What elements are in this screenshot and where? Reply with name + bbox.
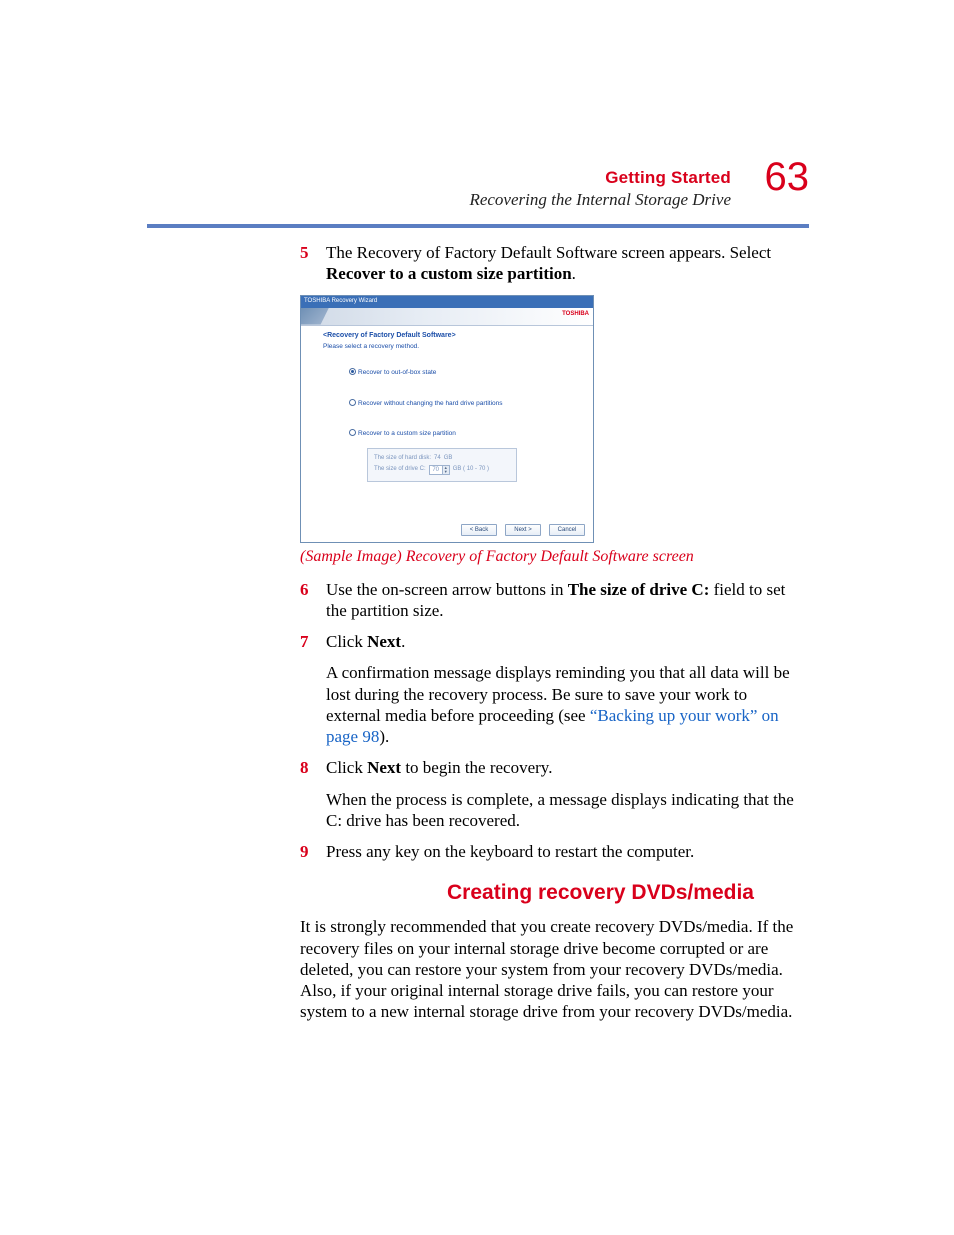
step-paragraph: When the process is complete, a message … xyxy=(326,789,806,832)
unit: GB xyxy=(444,455,453,463)
bold-text: Next xyxy=(367,758,401,777)
dialog-instruction: Please select a recovery method. xyxy=(323,343,579,351)
spinner-buttons[interactable]: ▲▼ xyxy=(442,466,449,474)
page: Getting Started Recovering the Internal … xyxy=(0,0,954,1235)
text: Press any key on the keyboard to restart… xyxy=(326,842,694,861)
text: to begin the recovery. xyxy=(401,758,552,777)
chapter-title: Getting Started xyxy=(469,168,731,188)
text: . xyxy=(401,632,405,651)
radio-option-2[interactable]: Recover without changing the hard drive … xyxy=(323,400,579,408)
text: ). xyxy=(379,727,389,746)
label: The size of hard disk: xyxy=(374,455,431,463)
bold-text: Next xyxy=(367,632,401,651)
radio-icon xyxy=(349,429,356,436)
figure-caption: (Sample Image) Recovery of Factory Defau… xyxy=(300,547,806,567)
page-header-right: Getting Started Recovering the Internal … xyxy=(469,168,731,210)
step-6: 6 Use the on-screen arrow buttons in The… xyxy=(300,579,806,622)
chapter-subtitle: Recovering the Internal Storage Drive xyxy=(469,190,731,210)
dialog-titlebar: TOSHIBA Recovery Wizard xyxy=(301,296,593,308)
step-number: 6 xyxy=(300,579,326,622)
drive-c-size-row: The size of drive C: 70 ▲▼ GB ( 10 - 70 … xyxy=(374,465,510,475)
step-8: 8 Click Next to begin the recovery. When… xyxy=(300,757,806,831)
text: Click xyxy=(326,632,367,651)
step-body: Press any key on the keyboard to restart… xyxy=(326,841,806,862)
label: The size of drive C: xyxy=(374,466,426,474)
dialog-body: <Recovery of Factory Default Software> P… xyxy=(301,326,593,482)
radio-icon xyxy=(349,399,356,406)
unit-suffix: GB ( 10 - 70 ) xyxy=(453,466,489,474)
hard-disk-size-row: The size of hard disk: 74 GB xyxy=(374,455,510,463)
step-number: 8 xyxy=(300,757,326,831)
step-number: 9 xyxy=(300,841,326,862)
content-column: 5 The Recovery of Factory Default Softwa… xyxy=(300,242,806,1023)
cancel-button[interactable]: Cancel xyxy=(549,524,585,536)
step-body: Click Next to begin the recovery. When t… xyxy=(326,757,806,831)
text: Use the on-screen arrow buttons in xyxy=(326,580,568,599)
radio-label: Recover without changing the hard drive … xyxy=(358,400,503,407)
header-rule xyxy=(147,224,809,228)
step-number: 5 xyxy=(300,242,326,285)
value: 74 xyxy=(434,455,441,463)
step-body: The Recovery of Factory Default Software… xyxy=(326,242,806,285)
next-button[interactable]: Next > xyxy=(505,524,541,536)
dialog-button-row: < Back Next > Cancel xyxy=(461,524,585,536)
brand-label: TOSHIBA xyxy=(562,311,589,319)
bold-text: The size of drive C: xyxy=(568,580,710,599)
drive-size-panel: The size of hard disk: 74 GB The size of… xyxy=(367,448,517,482)
section-heading: Creating recovery DVDs/media xyxy=(447,880,754,906)
back-button[interactable]: < Back xyxy=(461,524,497,536)
bold-text: Recover to a custom size partition xyxy=(326,264,572,283)
section-paragraph: It is strongly recommended that you crea… xyxy=(300,916,806,1022)
recovery-wizard-dialog: TOSHIBA Recovery Wizard TOSHIBA <Recover… xyxy=(300,295,594,543)
radio-icon xyxy=(349,368,356,375)
drive-c-spinner[interactable]: 70 ▲▼ xyxy=(429,465,450,475)
dialog-heading: <Recovery of Factory Default Software> xyxy=(323,332,579,341)
step-7: 7 Click Next. A confirmation message dis… xyxy=(300,631,806,747)
page-number: 63 xyxy=(765,155,810,200)
text: Click xyxy=(326,758,367,777)
step-body: Click Next. A confirmation message displ… xyxy=(326,631,806,747)
text: . xyxy=(572,264,576,283)
spinner-value: 70 xyxy=(430,466,442,474)
step-9: 9 Press any key on the keyboard to resta… xyxy=(300,841,806,862)
step-5: 5 The Recovery of Factory Default Softwa… xyxy=(300,242,806,285)
step-body: Use the on-screen arrow buttons in The s… xyxy=(326,579,806,622)
text: The Recovery of Factory Default Software… xyxy=(326,243,771,262)
section-heading-wrap: Creating recovery DVDs/media xyxy=(300,880,806,908)
dialog-ribbon: TOSHIBA xyxy=(301,308,593,326)
radio-option-1[interactable]: Recover to out-of-box state xyxy=(323,369,579,377)
radio-label: Recover to out-of-box state xyxy=(358,370,436,377)
step-number: 7 xyxy=(300,631,326,747)
radio-label: Recover to a custom size partition xyxy=(358,430,456,437)
step-paragraph: A confirmation message displays remindin… xyxy=(326,662,806,747)
radio-option-3[interactable]: Recover to a custom size partition xyxy=(323,430,579,438)
